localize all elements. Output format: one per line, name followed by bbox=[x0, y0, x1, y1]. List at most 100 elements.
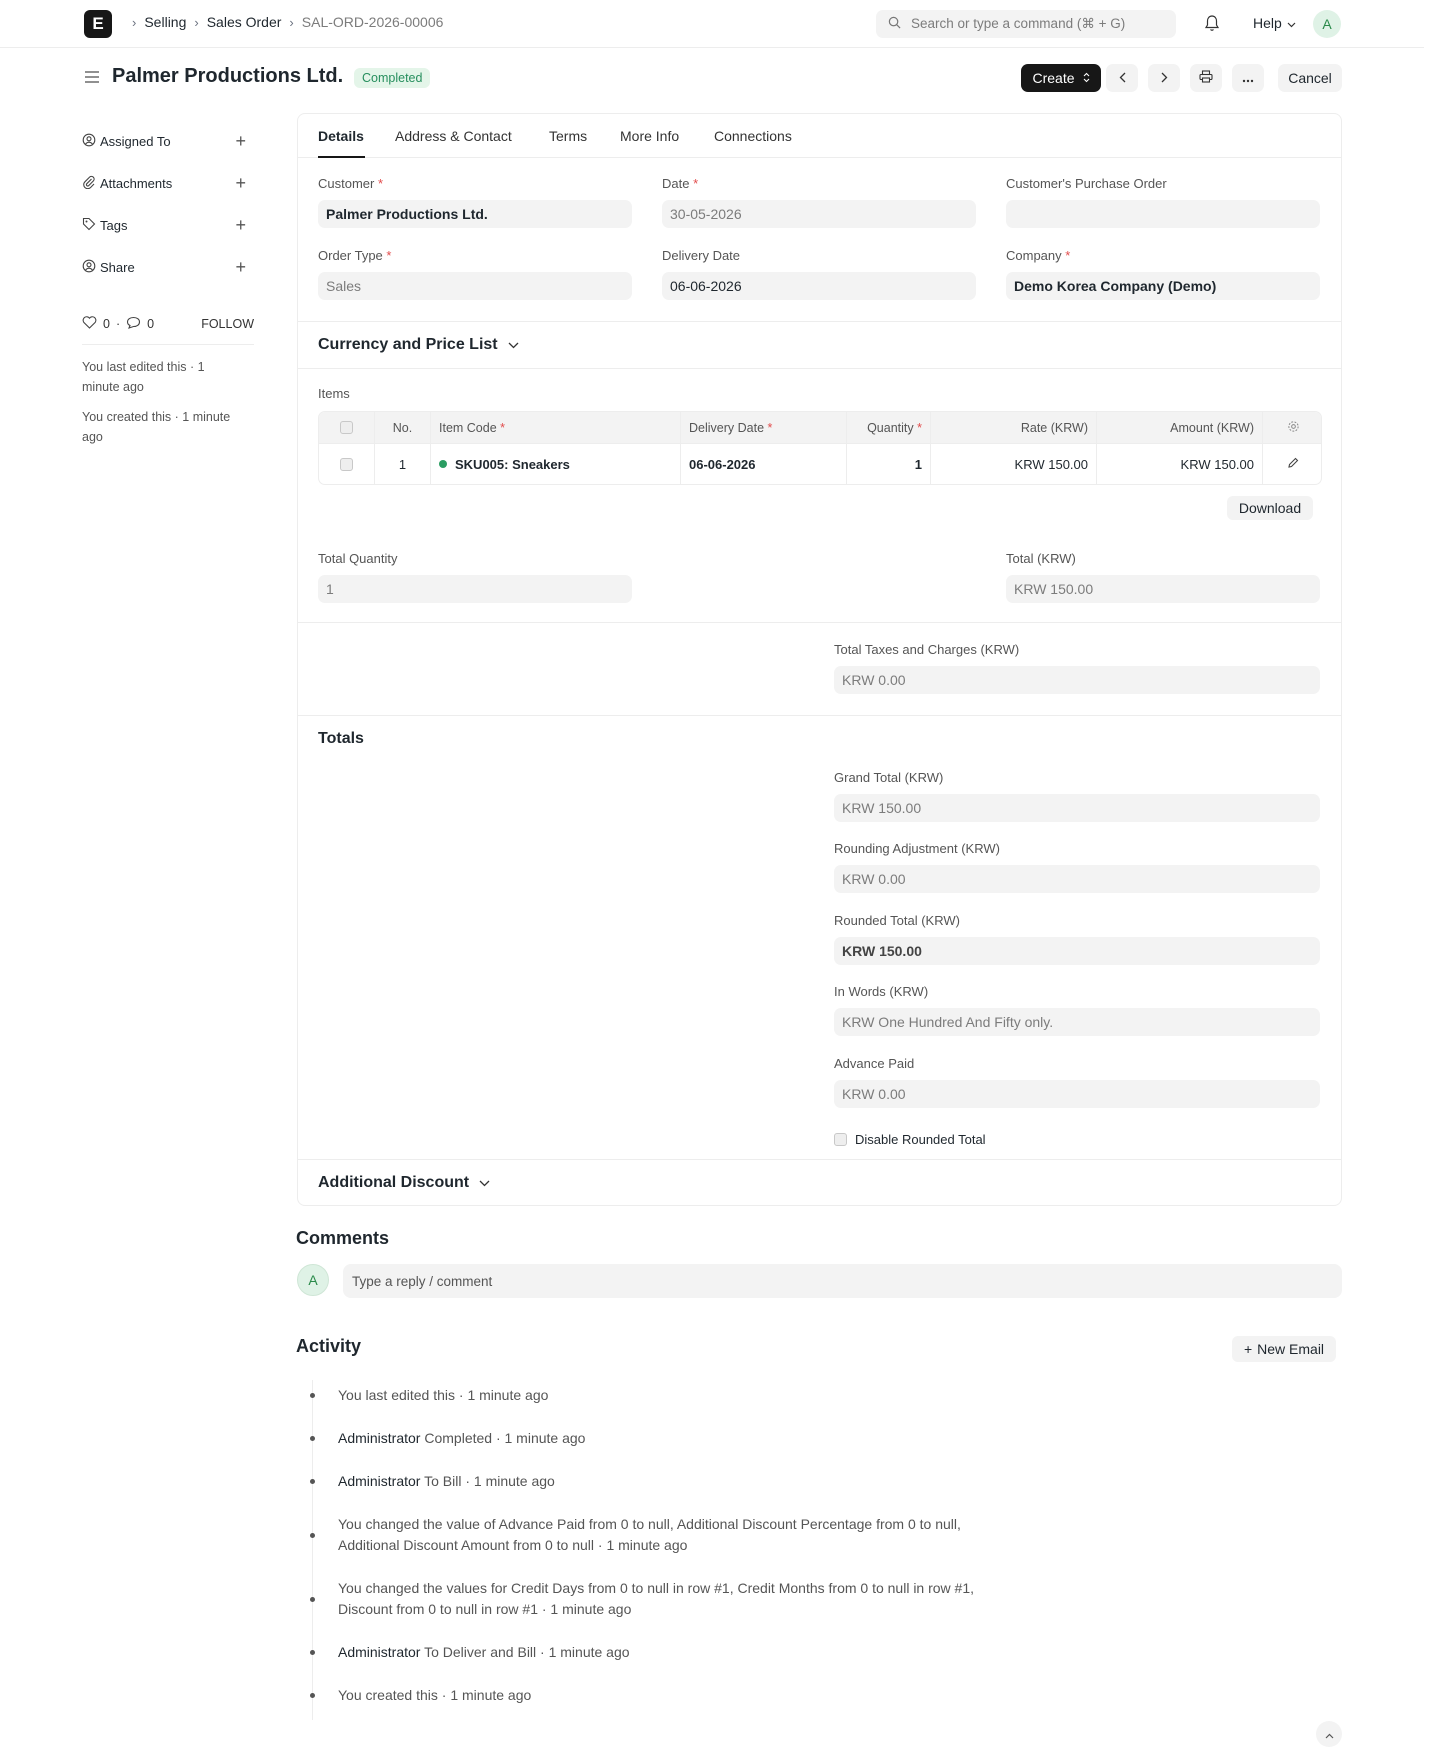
comments-count: 0 bbox=[147, 317, 155, 331]
more-actions-button[interactable] bbox=[1232, 64, 1264, 92]
activity-user[interactable]: Administrator bbox=[338, 1430, 420, 1446]
help-dropdown[interactable]: Help bbox=[1253, 15, 1296, 31]
section-divider bbox=[298, 1159, 1341, 1160]
sidebar-item-attachments[interactable]: Attachments + bbox=[82, 162, 254, 204]
date-field: Date * 30-05-2026 bbox=[662, 176, 976, 228]
assign-user-icon bbox=[82, 133, 96, 150]
timeline-bullet bbox=[310, 1533, 315, 1538]
grand-total-field: Grand Total (KRW) KRW 150.00 bbox=[834, 770, 1320, 822]
required-marker: * bbox=[917, 420, 922, 435]
total-taxes-value: KRW 0.00 bbox=[834, 666, 1320, 694]
row-amount[interactable]: KRW 150.00 bbox=[1097, 444, 1263, 484]
breadcrumb: › Selling › Sales Order › SAL-ORD-2026-0… bbox=[124, 14, 443, 30]
table-row[interactable]: 1 SKU005: Sneakers 06-06-2026 1 KRW 150.… bbox=[319, 444, 1321, 484]
delivery-date-input[interactable]: 06-06-2026 bbox=[662, 272, 976, 300]
notification-bell-icon[interactable] bbox=[1204, 14, 1220, 35]
chevron-up-icon bbox=[1325, 1727, 1334, 1742]
plus-icon[interactable]: + bbox=[235, 131, 246, 152]
plus-icon[interactable]: + bbox=[235, 257, 246, 278]
download-button[interactable]: Download bbox=[1227, 496, 1313, 520]
section-title: Additional Discount bbox=[318, 1174, 470, 1191]
chevron-down-icon bbox=[479, 1174, 490, 1192]
activity-item: You changed the values for Credit Days f… bbox=[338, 1578, 1038, 1620]
items-label: Items bbox=[318, 386, 350, 401]
edit-pencil-icon[interactable] bbox=[1287, 457, 1299, 472]
created-info: You created this · 1 minute ago bbox=[82, 410, 231, 444]
items-table-header: No. Item Code * Delivery Date * Quantity… bbox=[319, 412, 1321, 444]
order-type-select[interactable]: Sales bbox=[318, 272, 632, 300]
likes-count: 0 bbox=[103, 317, 110, 331]
new-email-button[interactable]: + New Email bbox=[1232, 1336, 1336, 1362]
sidebar-item-label: Assigned To bbox=[100, 133, 171, 149]
sidebar-toggle-icon[interactable] bbox=[84, 70, 100, 87]
activity-text: To Bill · 1 minute ago bbox=[420, 1473, 555, 1489]
chevron-left-icon bbox=[1119, 71, 1126, 86]
plus-icon[interactable]: + bbox=[235, 215, 246, 236]
chevron-right-icon bbox=[1161, 71, 1168, 86]
row-no: 1 bbox=[375, 444, 431, 484]
sidebar-item-tags[interactable]: Tags + bbox=[82, 204, 254, 246]
date-input[interactable]: 30-05-2026 bbox=[662, 200, 976, 228]
row-checkbox[interactable] bbox=[340, 457, 353, 471]
timeline-bullet bbox=[310, 1393, 315, 1398]
section-divider bbox=[298, 321, 1341, 322]
search-input[interactable]: Search or type a command (⌘ + G) bbox=[876, 10, 1176, 38]
field-label: In Words (KRW) bbox=[834, 984, 929, 999]
currency-section-toggle[interactable]: Currency and Price List bbox=[318, 336, 519, 354]
total-taxes-field: Total Taxes and Charges (KRW) KRW 0.00 bbox=[834, 642, 1320, 694]
select-all-checkbox[interactable] bbox=[340, 421, 353, 434]
additional-discount-section-toggle[interactable]: Additional Discount bbox=[318, 1174, 490, 1192]
breadcrumb-selling[interactable]: Selling bbox=[144, 14, 186, 30]
customer-po-input[interactable] bbox=[1006, 200, 1320, 228]
comment-input[interactable]: Type a reply / comment bbox=[343, 1264, 1342, 1298]
sidebar-item-label: Share bbox=[100, 259, 135, 275]
previous-record-button[interactable] bbox=[1106, 64, 1138, 92]
search-icon bbox=[888, 16, 901, 32]
cancel-button[interactable]: Cancel bbox=[1278, 64, 1342, 92]
comment-icon[interactable] bbox=[126, 316, 141, 332]
create-button[interactable]: Create bbox=[1021, 64, 1101, 92]
tab-more-info[interactable]: More Info bbox=[620, 128, 679, 144]
customer-input[interactable]: Palmer Productions Ltd. bbox=[318, 200, 632, 228]
rounded-total-field: Rounded Total (KRW) KRW 150.00 bbox=[834, 913, 1320, 965]
chevron-right-icon: › bbox=[194, 14, 199, 30]
tab-terms[interactable]: Terms bbox=[549, 128, 587, 144]
activity-item: You changed the value of Advance Paid fr… bbox=[338, 1514, 1038, 1556]
follow-button[interactable]: FOLLOW bbox=[201, 317, 254, 331]
row-rate[interactable]: KRW 150.00 bbox=[931, 444, 1097, 484]
chevron-down-icon bbox=[1287, 15, 1296, 31]
user-avatar[interactable]: A bbox=[1313, 10, 1341, 38]
sidebar-item-assigned-to[interactable]: Assigned To + bbox=[82, 120, 254, 162]
field-label: Date bbox=[662, 176, 690, 191]
scroll-to-top-button[interactable] bbox=[1316, 1721, 1342, 1747]
row-delivery-date[interactable]: 06-06-2026 bbox=[681, 444, 847, 484]
row-item-code[interactable]: SKU005: Sneakers bbox=[431, 444, 681, 484]
row-quantity[interactable]: 1 bbox=[847, 444, 931, 484]
advance-paid-value: KRW 0.00 bbox=[834, 1080, 1320, 1108]
company-field: Company * Demo Korea Company (Demo) bbox=[1006, 248, 1320, 300]
printer-icon bbox=[1199, 70, 1213, 86]
activity-user[interactable]: Administrator bbox=[338, 1473, 420, 1489]
required-marker: * bbox=[767, 420, 773, 435]
next-record-button[interactable] bbox=[1148, 64, 1180, 92]
disable-rounded-total-checkbox[interactable]: Disable Rounded Total bbox=[834, 1132, 986, 1147]
plus-icon[interactable]: + bbox=[235, 173, 246, 194]
company-input[interactable]: Demo Korea Company (Demo) bbox=[1006, 272, 1320, 300]
tab-address-contact[interactable]: Address & Contact bbox=[395, 128, 512, 144]
tab-details[interactable]: Details bbox=[318, 128, 364, 144]
checkbox[interactable] bbox=[834, 1133, 847, 1146]
heart-icon[interactable] bbox=[82, 316, 97, 332]
breadcrumb-sales-order[interactable]: Sales Order bbox=[207, 14, 282, 30]
breadcrumb-current[interactable]: SAL-ORD-2026-00006 bbox=[302, 14, 444, 30]
section-divider bbox=[298, 368, 1341, 369]
rounding-adjustment-field: Rounding Adjustment (KRW) KRW 0.00 bbox=[834, 841, 1320, 893]
activity-timeline-line bbox=[312, 1380, 313, 1720]
app-logo[interactable]: E bbox=[84, 10, 112, 38]
delivery-date-field: Delivery Date 06-06-2026 bbox=[662, 248, 976, 300]
print-button[interactable] bbox=[1190, 64, 1222, 92]
tab-connections[interactable]: Connections bbox=[714, 128, 792, 144]
more-horizontal-icon bbox=[1242, 71, 1254, 86]
settings-gear-icon[interactable] bbox=[1287, 420, 1300, 436]
activity-user[interactable]: Administrator bbox=[338, 1644, 420, 1660]
sidebar-item-share[interactable]: Share + bbox=[82, 246, 254, 288]
